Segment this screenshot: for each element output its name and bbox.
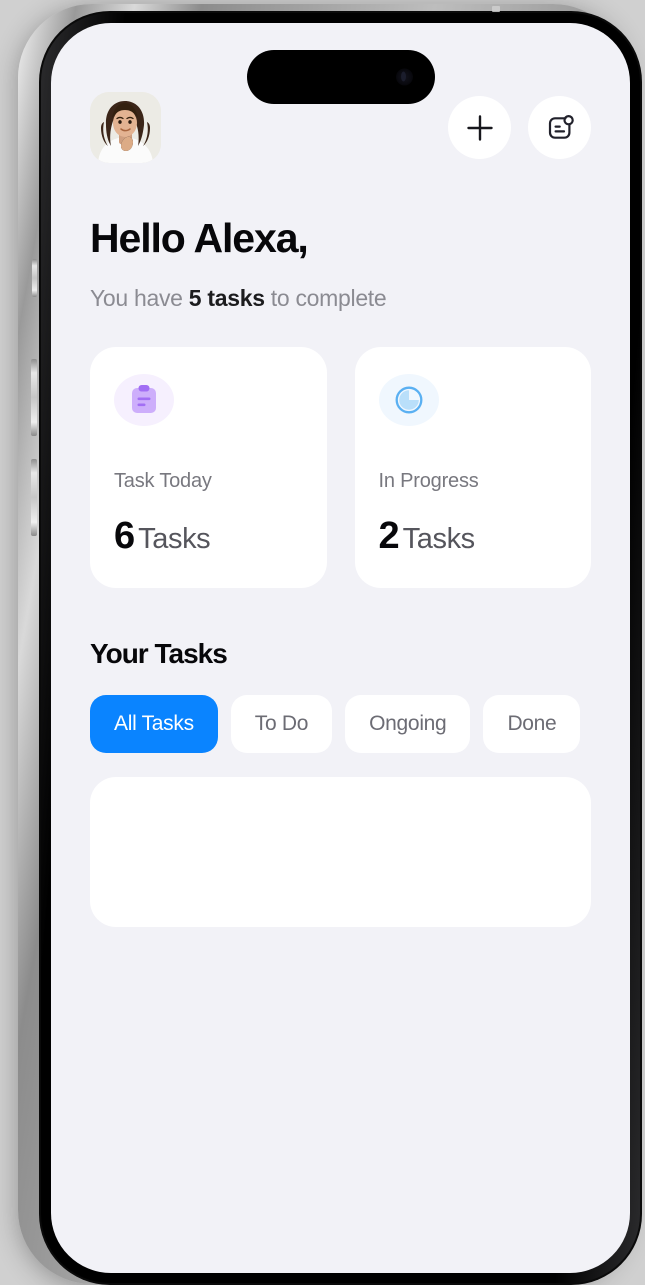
app-root: Hello Alexa, You have 5 tasks to complet…: [51, 23, 630, 1273]
task-summary-prefix: You have: [90, 285, 189, 311]
stat-card-in-progress[interactable]: In Progress 2 Tasks: [354, 347, 591, 588]
antenna-seam: [492, 6, 500, 12]
plus-icon: [465, 113, 495, 143]
page-title: Hello Alexa,: [90, 215, 309, 261]
section-title-your-tasks: Your Tasks: [90, 638, 228, 669]
stat-value: 2 Tasks: [379, 515, 568, 558]
dynamic-island: [246, 50, 435, 104]
stat-label: Task Today: [114, 470, 212, 492]
task-filter-tabs: All Tasks To Do Ongoing Done: [90, 695, 591, 753]
silent-switch[interactable]: [32, 259, 37, 297]
avatar[interactable]: [90, 92, 161, 163]
notifications-button[interactable]: [528, 96, 591, 159]
volume-up-button[interactable]: [31, 359, 37, 436]
stat-count: 2: [378, 515, 400, 557]
tab-ongoing[interactable]: Ongoing: [345, 695, 471, 753]
stat-unit: Tasks: [402, 523, 476, 555]
phone-screen: Hello Alexa, You have 5 tasks to complet…: [51, 23, 630, 1273]
tab-to-do[interactable]: To Do: [230, 695, 333, 753]
tab-all-tasks[interactable]: All Tasks: [90, 695, 218, 753]
volume-down-button[interactable]: [31, 459, 37, 536]
task-summary-count: 5 tasks: [188, 285, 265, 311]
stat-card-task-today[interactable]: Task Today 6 Tasks: [90, 347, 327, 588]
task-list: [90, 777, 591, 927]
stat-count: 6: [114, 515, 135, 557]
phone-frame: Hello Alexa, You have 5 tasks to complet…: [18, 4, 642, 1285]
front-camera-icon: [395, 68, 413, 86]
stat-unit: Tasks: [138, 523, 211, 555]
stat-value: 6 Tasks: [114, 515, 303, 558]
tab-done[interactable]: Done: [483, 695, 581, 753]
topbar-actions: [448, 96, 591, 159]
clipboard-icon: [114, 374, 174, 426]
task-summary-text: You have 5 tasks to complete: [90, 285, 591, 312]
task-card[interactable]: [90, 777, 591, 927]
stat-cards: Task Today 6 Tasks In Progress 2 Tasks: [90, 347, 591, 588]
pie-progress-icon: [378, 374, 439, 426]
note-badge-icon: [544, 112, 576, 144]
task-summary-suffix: to complete: [264, 285, 387, 311]
stat-label: In Progress: [378, 470, 479, 492]
add-task-button[interactable]: [448, 96, 511, 159]
